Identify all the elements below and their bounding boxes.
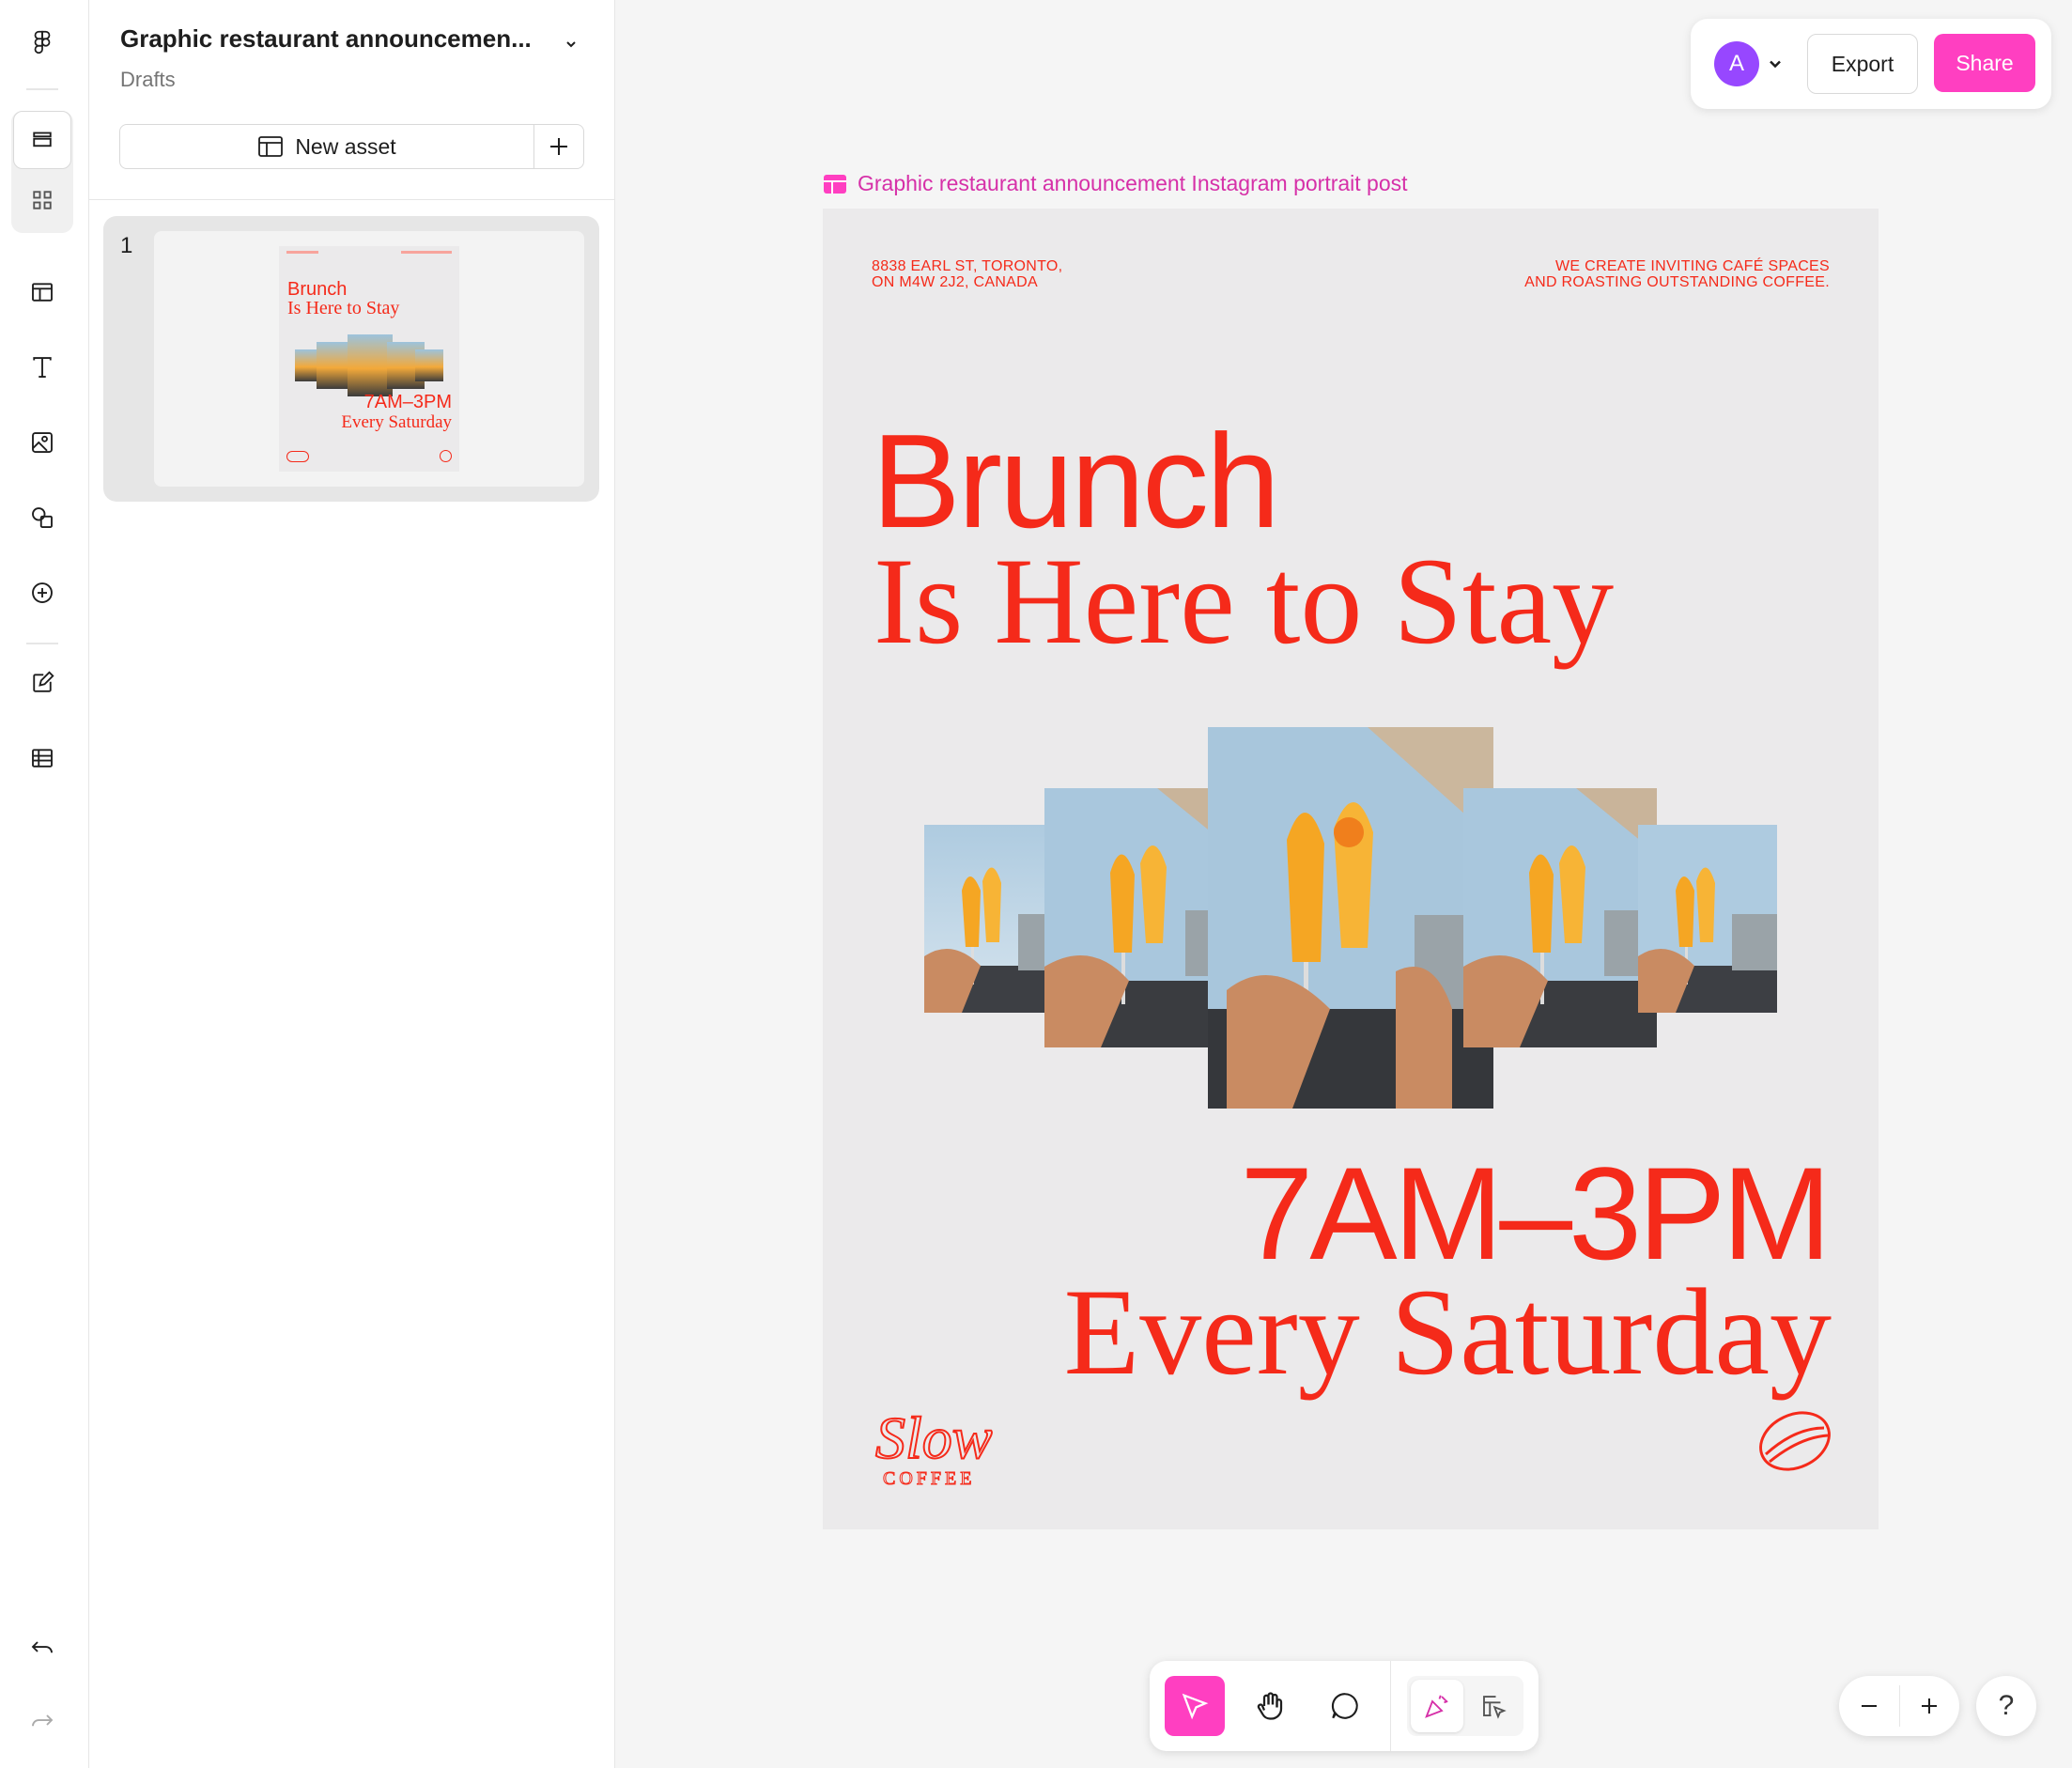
- image-icon: [32, 432, 53, 453]
- zoom-controls: [1839, 1676, 1959, 1736]
- text-tool-button[interactable]: [13, 338, 71, 396]
- top-right-toolbar: A Export Share: [1691, 19, 2051, 109]
- hours-text[interactable]: 7AM–3PM: [1240, 1148, 1832, 1279]
- edit-icon: [33, 671, 54, 692]
- move-tool-button[interactable]: [1165, 1676, 1225, 1736]
- chevron-down-icon[interactable]: [559, 32, 583, 56]
- toolbar-divider: [1390, 1661, 1391, 1751]
- thumbnail-bean-logo: [440, 450, 452, 462]
- plugins-button[interactable]: [13, 564, 71, 622]
- headline-here-to-stay[interactable]: Is Here to Stay: [874, 539, 1614, 663]
- brand-script: Slow: [875, 1404, 993, 1471]
- mimosa-photo[interactable]: [1208, 727, 1493, 1109]
- hand-icon: [1257, 1692, 1283, 1720]
- frame-label-text: Graphic restaurant announcement Instagra…: [858, 171, 1408, 195]
- page-thumbnail-poster: Brunch Is Here to Stay 7AM–3PM Every Sat…: [279, 246, 459, 472]
- plus-icon: [550, 138, 567, 155]
- add-asset-plus-button[interactable]: [534, 125, 583, 168]
- mimosa-photo[interactable]: [1463, 788, 1657, 1047]
- pages-view-button[interactable]: [13, 111, 71, 169]
- layout-cursor-icon: [1483, 1696, 1507, 1719]
- table-icon: [32, 749, 53, 768]
- frame-label[interactable]: Graphic restaurant announcement Instagra…: [824, 171, 1408, 196]
- frame-icon: [824, 174, 846, 194]
- thumbnail-headline-1: Brunch: [287, 279, 348, 300]
- thumbnail-day: Every Saturday: [341, 412, 452, 432]
- address-line-2: ON M4W 2J2, CANADA: [872, 274, 1038, 290]
- minus-icon: [1862, 1705, 1877, 1707]
- rail-divider: [26, 643, 58, 644]
- mimosa-photo-image: [924, 825, 1063, 1013]
- layout-tool-button[interactable]: [13, 263, 71, 321]
- comment-tool-button[interactable]: [1315, 1676, 1375, 1736]
- new-asset-button[interactable]: New asset: [120, 125, 533, 168]
- redo-button[interactable]: [13, 1691, 71, 1749]
- hand-tool-button[interactable]: [1240, 1676, 1300, 1736]
- share-button[interactable]: Share: [1934, 34, 2035, 92]
- thumbnail-address-line: [286, 251, 318, 254]
- panel-divider: [89, 199, 614, 200]
- pages-list-icon: [33, 132, 52, 147]
- day-text[interactable]: Every Saturday: [1064, 1270, 1832, 1394]
- thumbnail-hours: 7AM–3PM: [363, 392, 452, 412]
- comment-bubble-icon: [1331, 1693, 1358, 1719]
- plus-circle-icon: [32, 582, 53, 603]
- chevron-down-icon[interactable]: [1766, 54, 1785, 73]
- mimosa-photo-image: [1463, 788, 1657, 1047]
- mimosa-photo-image: [1208, 727, 1493, 1109]
- file-location[interactable]: Drafts: [120, 68, 176, 92]
- page-thumbnail-frame: Brunch Is Here to Stay 7AM–3PM Every Sat…: [154, 231, 584, 487]
- slow-coffee-logo-image: Slow COFFEE: [874, 1404, 994, 1490]
- undo-button[interactable]: [13, 1618, 71, 1676]
- new-asset-button-group: New asset: [119, 124, 584, 169]
- confetti-icon: [1425, 1695, 1448, 1718]
- file-title[interactable]: Graphic restaurant announcemen...: [120, 24, 533, 54]
- export-button[interactable]: Export: [1807, 34, 1918, 94]
- grid-view-button[interactable]: [13, 171, 71, 229]
- thumbnail-headline-2: Is Here to Stay: [287, 298, 400, 318]
- table-button[interactable]: [13, 729, 71, 787]
- figma-logo-icon[interactable]: [13, 13, 71, 71]
- image-tool-button[interactable]: [13, 413, 71, 472]
- actions-tool-button[interactable]: [1411, 1680, 1463, 1732]
- page-thumbnail-card[interactable]: 1 Brunch Is Here to Stay 7AM–3PM Every S…: [103, 216, 599, 502]
- help-button[interactable]: ?: [1976, 1676, 2036, 1736]
- bottom-toolbar: [1150, 1661, 1539, 1751]
- thumbnail-photo: [415, 349, 443, 381]
- shapes-tool-button[interactable]: [13, 489, 71, 547]
- zoom-in-button[interactable]: [1899, 1676, 1959, 1736]
- edit-content-button[interactable]: [13, 654, 71, 712]
- thumbnail-photo: [348, 334, 393, 396]
- pages-panel: Graphic restaurant announcemen... Drafts…: [89, 0, 615, 1768]
- undo-icon: [31, 1641, 53, 1653]
- rail-divider: [26, 88, 58, 90]
- slow-coffee-logo[interactable]: Slow COFFEE: [870, 1402, 1029, 1492]
- mimosa-photo[interactable]: [1638, 825, 1777, 1013]
- cursor-arrow-icon: [1182, 1693, 1209, 1720]
- mimosa-photo-image: [1638, 825, 1777, 1013]
- poster-frame[interactable]: 8838 EARL ST, TORONTO, ON M4W 2J2, CANAD…: [823, 209, 1879, 1529]
- mimosa-photo[interactable]: [924, 825, 1063, 1013]
- brand-word: COFFEE: [883, 1468, 975, 1489]
- text-icon: [33, 357, 52, 378]
- tagline-line-1: WE CREATE INVITING CAFÉ SPACES: [1555, 258, 1830, 274]
- tagline-line-2: AND ROASTING OUTSTANDING COFFEE.: [1524, 274, 1830, 290]
- thumbnail-brand-logo: [286, 451, 309, 462]
- page-number: 1: [120, 233, 133, 258]
- redo-icon: [32, 1714, 54, 1727]
- new-asset-label: New asset: [295, 133, 396, 159]
- headline-brunch[interactable]: Brunch: [872, 415, 1280, 549]
- dev-mode-tool-button[interactable]: [1467, 1680, 1520, 1732]
- address-line-1: 8838 EARL ST, TORONTO,: [872, 258, 1063, 274]
- shapes-icon: [32, 507, 53, 528]
- layout-icon: [32, 283, 53, 302]
- thumbnail-tagline-line: [401, 251, 452, 254]
- avatar[interactable]: A: [1714, 41, 1759, 86]
- coffee-bean-icon: [1753, 1402, 1837, 1486]
- left-rail: [0, 0, 89, 1768]
- grid-icon: [33, 191, 52, 209]
- layout-icon: [258, 136, 284, 157]
- plus-icon: [1922, 1698, 1937, 1714]
- zoom-out-button[interactable]: [1839, 1676, 1899, 1736]
